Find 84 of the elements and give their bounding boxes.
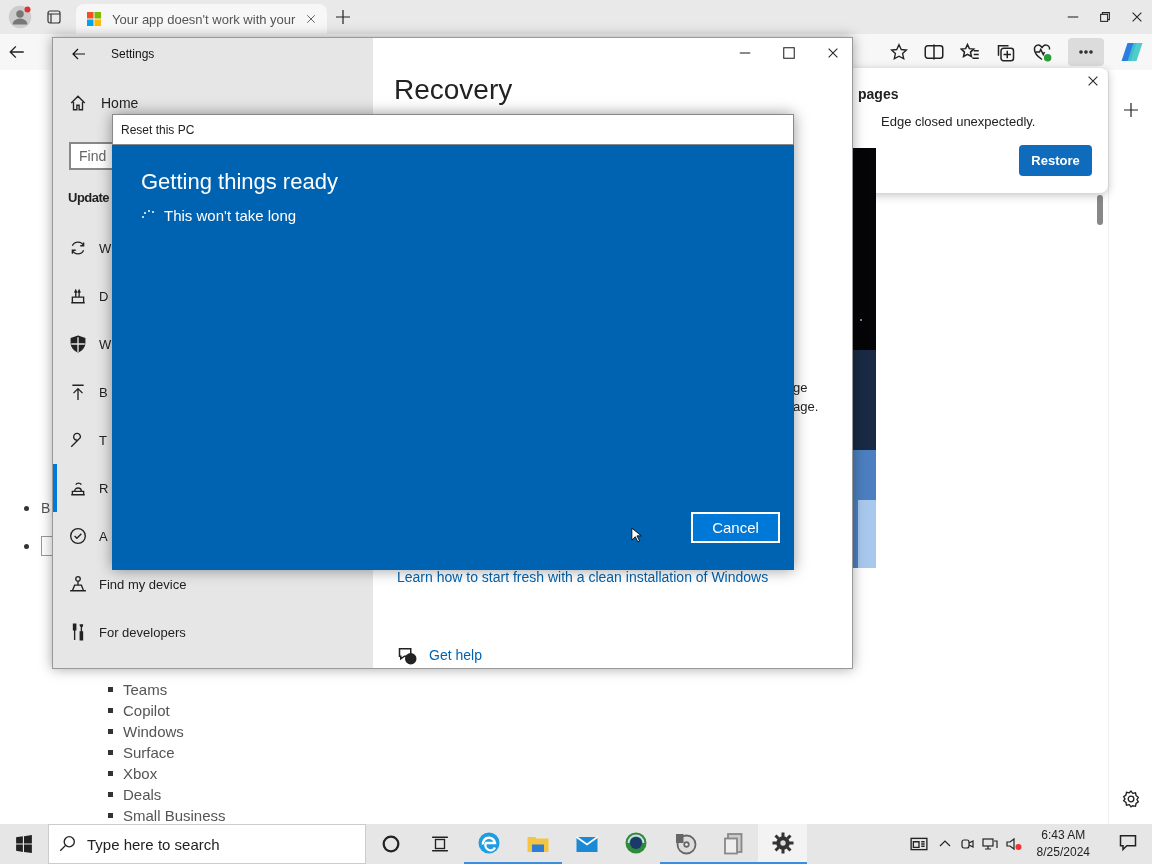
- close-icon[interactable]: [826, 46, 840, 60]
- star-icon[interactable]: [890, 43, 908, 61]
- browser-tab[interactable]: Your app doesn't work with your: [76, 4, 328, 34]
- section-heading: Update: [68, 190, 110, 205]
- list-link[interactable]: Copilot: [123, 700, 170, 721]
- recovery-icon: [69, 479, 87, 497]
- nav-item[interactable]: D: [53, 272, 373, 320]
- close-icon[interactable]: [1086, 74, 1100, 88]
- new-tab-icon[interactable]: [335, 9, 352, 25]
- list-link[interactable]: Small Business: [123, 805, 226, 826]
- home-icon[interactable]: [69, 94, 87, 112]
- add-icon[interactable]: [1122, 102, 1139, 118]
- settings-icon[interactable]: [1121, 790, 1140, 808]
- bullet: [108, 687, 113, 692]
- bullet: [24, 505, 29, 511]
- globe-icon[interactable]: [623, 831, 648, 855]
- tray-icon: [69, 287, 87, 305]
- bullet: [108, 729, 113, 734]
- list-item: B: [41, 500, 51, 516]
- start-icon[interactable]: [15, 835, 33, 853]
- collections-icon[interactable]: [996, 42, 1016, 62]
- nav-item[interactable]: B: [53, 368, 373, 416]
- search-icon: [58, 835, 76, 853]
- network-icon[interactable]: [980, 836, 999, 852]
- windows-logo-icon: [86, 11, 102, 27]
- dialog-title: Reset this PC: [121, 122, 195, 137]
- help-chat-icon: [397, 645, 417, 665]
- nav-item[interactable]: Find my device: [53, 560, 373, 608]
- avatar-icon[interactable]: [8, 5, 32, 29]
- popup-title: pages: [858, 86, 899, 102]
- settings-icon[interactable]: [770, 831, 795, 855]
- list-link[interactable]: Deals: [123, 784, 162, 805]
- taskbar-app[interactable]: [758, 824, 807, 864]
- page-title: Recovery: [394, 74, 513, 106]
- nav-item[interactable]: W: [53, 224, 373, 272]
- clean-install-link[interactable]: Learn how to start fresh with a clean installation of Windows: [397, 569, 769, 585]
- split-screen-icon[interactable]: [924, 42, 944, 62]
- description-text: age.: [793, 399, 819, 414]
- more-menu-button[interactable]: [1068, 38, 1104, 66]
- notifications-icon[interactable]: [1118, 832, 1138, 852]
- bullet: [108, 813, 113, 818]
- taskbar-search-field[interactable]: Type here to search: [48, 824, 366, 864]
- bullet: [108, 750, 113, 755]
- circle-icon: [381, 835, 400, 853]
- list-link[interactable]: Teams: [123, 679, 168, 700]
- home-link[interactable]: Home: [101, 95, 139, 111]
- edge-icon[interactable]: [476, 831, 501, 855]
- cancel-button[interactable]: Cancel: [691, 512, 780, 543]
- popup-message: Edge closed unexpectedly.: [881, 114, 1036, 129]
- description-text: ge: [793, 380, 808, 395]
- shield-icon: [69, 335, 87, 353]
- list-link[interactable]: Windows: [123, 721, 184, 742]
- volume-muted-icon[interactable]: [1004, 836, 1023, 852]
- favorites-icon[interactable]: [960, 42, 980, 62]
- nav-item[interactable]: For developers: [53, 608, 373, 656]
- cursor-icon: [631, 526, 643, 544]
- person-icon: [69, 575, 87, 593]
- bullet: [108, 771, 113, 776]
- tab-title: Your app doesn't work with your: [112, 11, 296, 27]
- clock[interactable]: 6:43 AM 8/25/2024: [1028, 827, 1098, 861]
- bullet: [108, 792, 113, 797]
- status-text: This won't take long: [164, 207, 297, 224]
- maximize-icon[interactable]: [782, 46, 796, 60]
- health-icon[interactable]: [1032, 42, 1052, 62]
- checkbox[interactable]: [41, 536, 53, 556]
- check-circle-icon: [69, 527, 87, 545]
- list-link[interactable]: Xbox: [123, 763, 158, 784]
- restore-button[interactable]: Restore: [1019, 145, 1092, 176]
- window-title: Settings: [111, 47, 155, 61]
- nav-item[interactable]: T: [53, 416, 373, 464]
- list-link[interactable]: Surface: [123, 742, 175, 763]
- dialog-heading: Getting things ready: [141, 169, 339, 195]
- back-icon[interactable]: [8, 43, 26, 61]
- copilot-icon[interactable]: [1120, 40, 1144, 64]
- webcam-icon[interactable]: [958, 836, 975, 852]
- bullet: [108, 708, 113, 713]
- get-help-link[interactable]: Get help: [429, 647, 482, 663]
- sync-icon: [69, 239, 87, 257]
- upload-icon: [69, 383, 87, 401]
- restore-icon[interactable]: [1098, 10, 1112, 24]
- nav-item[interactable]: A: [53, 512, 373, 560]
- bullet: [24, 543, 29, 549]
- back-icon[interactable]: [71, 46, 87, 62]
- close-icon[interactable]: [1130, 10, 1144, 24]
